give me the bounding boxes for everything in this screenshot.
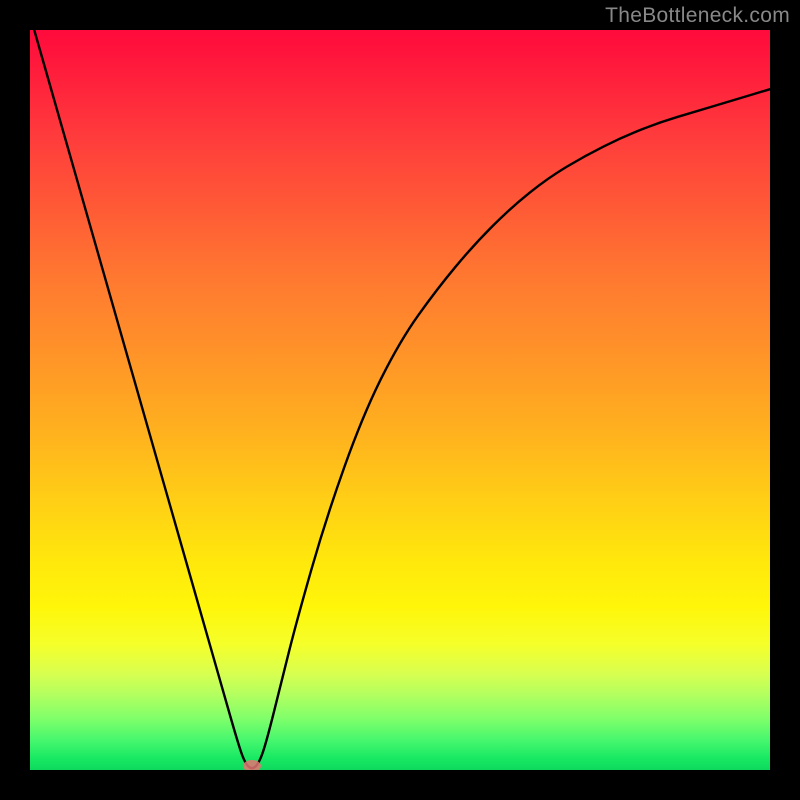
chart-frame: TheBottleneck.com xyxy=(0,0,800,800)
watermark-text: TheBottleneck.com xyxy=(605,4,790,28)
plot-area xyxy=(30,30,770,770)
bottleneck-curve xyxy=(30,30,770,770)
curve-path xyxy=(30,30,770,768)
